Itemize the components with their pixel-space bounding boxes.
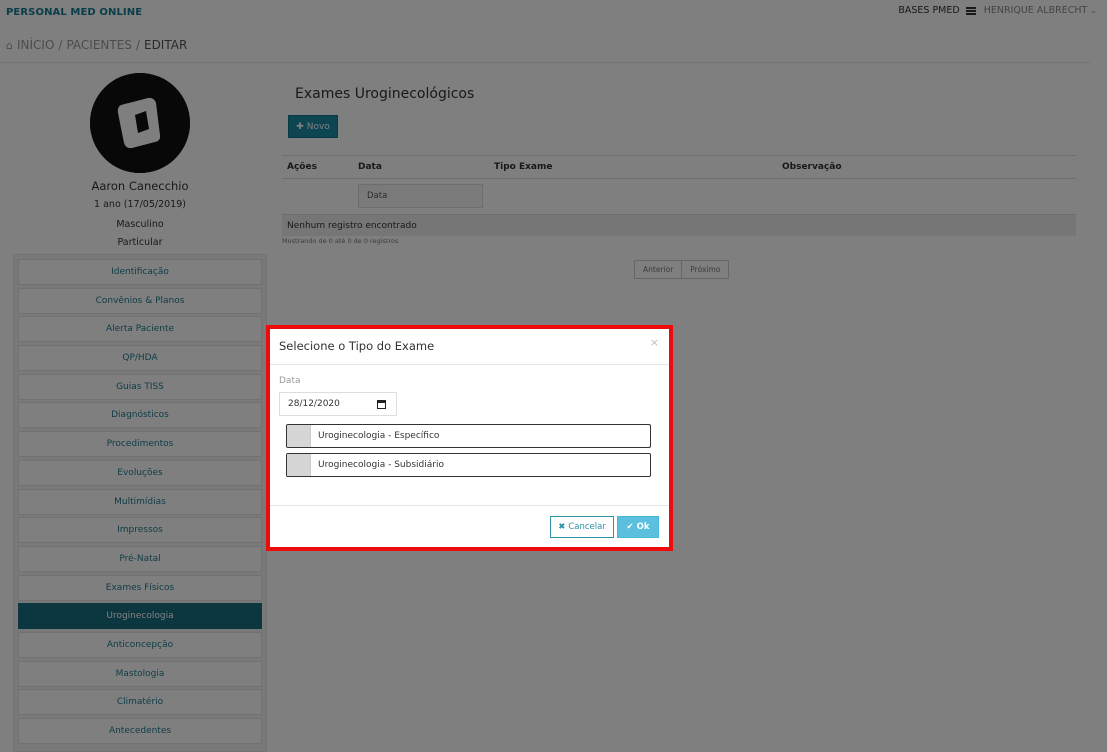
calendar-icon[interactable] [377, 400, 386, 409]
exam-option-subsidiario[interactable]: Uroginecologia - Subsidiário [286, 453, 651, 477]
option-label: Uroginecologia - Específico [318, 431, 440, 441]
ok-button-label: Ok [636, 522, 650, 532]
cancel-button-label: Cancelar [568, 522, 606, 532]
close-icon: ✖ [558, 522, 566, 532]
option-label: Uroginecologia - Subsidiário [318, 460, 444, 470]
check-icon: ✔ [626, 522, 634, 532]
exam-type-modal: Selecione o Tipo do Exame × Data 28/12/2… [270, 329, 669, 547]
modal-header: Selecione o Tipo do Exame × [270, 329, 669, 365]
cancel-button[interactable]: ✖ Cancelar [550, 516, 614, 538]
close-icon[interactable]: × [650, 336, 659, 349]
option-checkbox[interactable] [287, 454, 311, 476]
date-field[interactable]: 28/12/2020 [279, 392, 397, 416]
modal-footer-divider [270, 505, 669, 506]
ok-button[interactable]: ✔ Ok [617, 516, 659, 538]
date-field-value: 28/12/2020 [288, 399, 340, 409]
date-field-label: Data [279, 376, 301, 386]
modal-title: Selecione o Tipo do Exame [279, 339, 435, 353]
option-checkbox[interactable] [287, 425, 311, 447]
exam-option-especifico[interactable]: Uroginecologia - Específico [286, 424, 651, 448]
